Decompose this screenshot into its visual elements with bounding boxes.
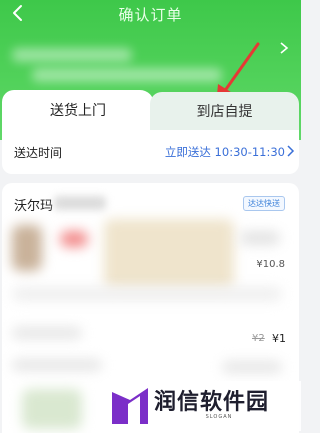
address-info[interactable] — [12, 46, 252, 86]
chevron-right-icon — [287, 145, 295, 157]
product-image — [22, 389, 82, 429]
logo-icon — [112, 388, 148, 424]
product-row — [222, 361, 282, 373]
blurred-store-name — [54, 196, 106, 210]
product-row — [12, 287, 282, 301]
product-row — [12, 327, 82, 339]
current-price: ¥1 — [272, 332, 286, 345]
product-row — [12, 359, 102, 371]
tab-store-pickup[interactable]: 到店自提 — [150, 92, 299, 130]
watermark-text: 润信软件园 — [154, 390, 270, 415]
watermark: 润信软件园 SLOGAN — [102, 381, 301, 431]
original-price: ¥2 — [252, 333, 265, 344]
product-image — [12, 225, 42, 271]
delivery-time-value[interactable]: 立即送达 10:30-11:30 — [165, 144, 285, 160]
store-name: 沃尔玛 — [14, 199, 54, 214]
chevron-right-icon[interactable] — [279, 42, 289, 54]
page-title: 确认订单 — [118, 6, 183, 24]
product-image — [104, 219, 234, 289]
product-tag — [60, 231, 88, 247]
tab-home-delivery[interactable]: 送货上门 — [2, 90, 154, 130]
delivery-badge: 达达快送 — [243, 196, 285, 211]
watermark-slogan: SLOGAN — [205, 414, 233, 420]
delivery-tabs: 送货上门 到店自提 — [2, 90, 299, 130]
delivery-time-label: 送达时间 — [14, 146, 63, 160]
delivery-time-row[interactable]: 送达时间 立即送达 10:30-11:30 — [2, 130, 299, 174]
product-detail — [240, 231, 280, 245]
item-price: ¥10.8 — [256, 259, 285, 270]
